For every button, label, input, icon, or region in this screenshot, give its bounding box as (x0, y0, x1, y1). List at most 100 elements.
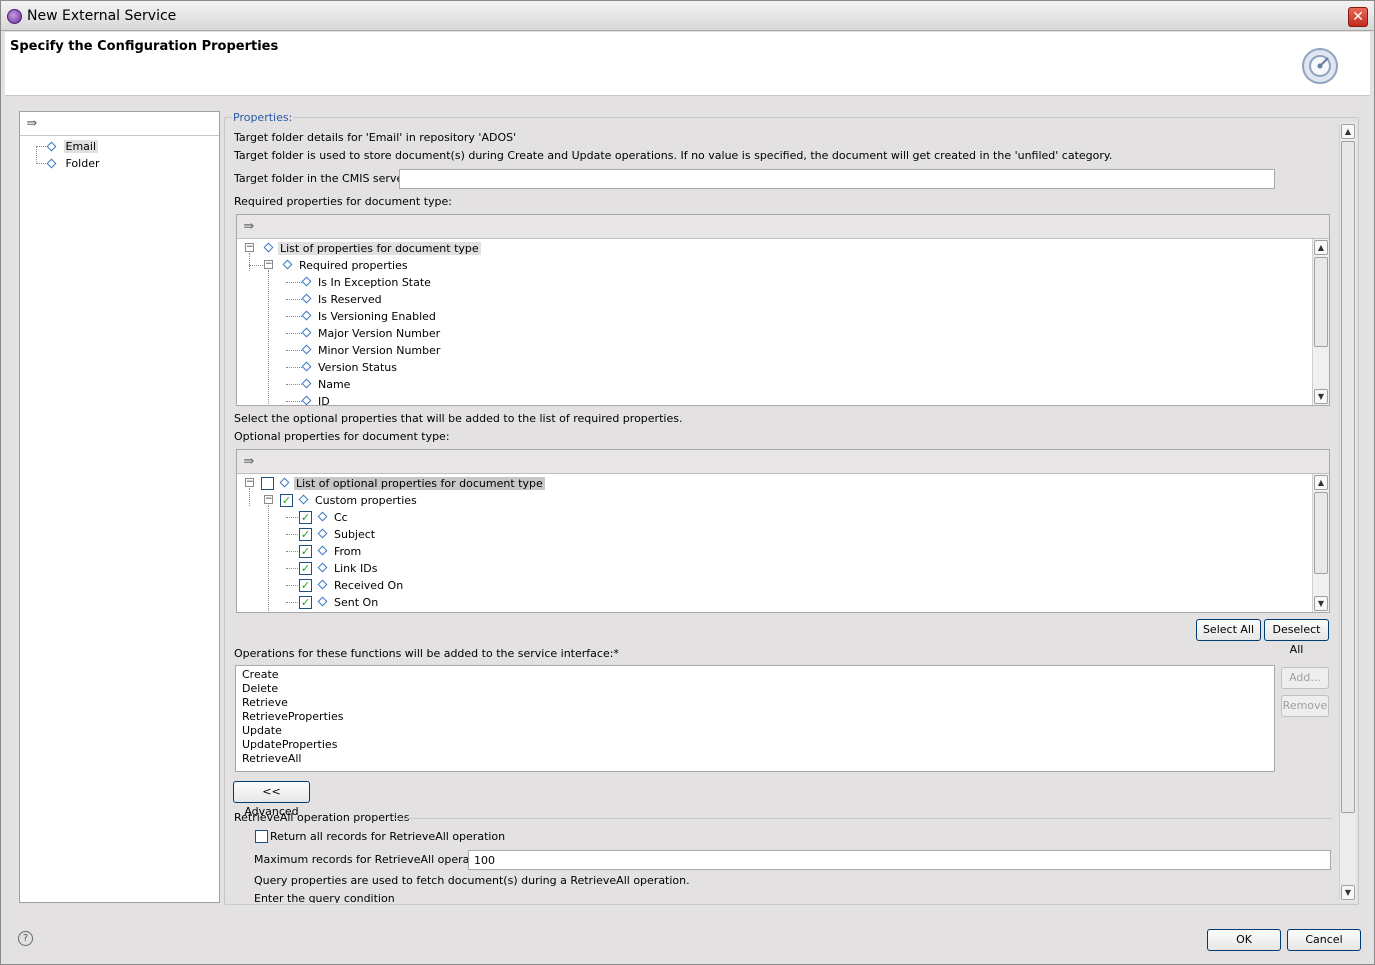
optional-tree-scrollbar[interactable]: ▲ ▼ (1312, 474, 1329, 612)
optional-property-item[interactable]: Link IDs (334, 562, 377, 575)
optional-item-checkbox[interactable]: ✓ (299, 596, 312, 609)
required-property-item[interactable]: Major Version Number (318, 327, 440, 340)
select-all-button[interactable]: Select All (1196, 619, 1261, 641)
query-condition-label: Enter the query condition (254, 892, 395, 903)
optional-tree-root[interactable]: List of optional properties for document… (294, 477, 545, 490)
cancel-button[interactable]: Cancel (1287, 929, 1361, 951)
optional-root-checkbox[interactable] (261, 477, 274, 490)
optional-item-checkbox[interactable]: ✓ (299, 562, 312, 575)
collapse-toggle-icon[interactable]: − (264, 260, 273, 269)
optional-property-item[interactable]: Sent On (334, 596, 378, 609)
required-tree-scrollbar[interactable]: ▲ ▼ (1312, 239, 1329, 405)
tree-guide (249, 253, 250, 271)
collapse-toggle-icon[interactable]: − (245, 243, 254, 252)
optional-item-checkbox[interactable]: ✓ (299, 545, 312, 558)
tree-guide (286, 282, 302, 283)
required-tree-group[interactable]: Required properties (299, 259, 408, 272)
tree-guide (286, 401, 302, 402)
tree-item-label: Folder (65, 157, 100, 170)
deselect-all-button[interactable]: Deselect All (1264, 619, 1329, 656)
operation-item[interactable]: Retrieve (242, 696, 288, 709)
max-records-input[interactable] (468, 850, 1331, 870)
advanced-button[interactable]: << Advanced (233, 781, 310, 818)
required-property-item[interactable]: ID (318, 395, 330, 405)
diamond-icon (46, 158, 57, 169)
help-icon[interactable]: ? (18, 931, 33, 946)
optional-property-item[interactable]: Subject (334, 528, 375, 541)
diamond-icon (301, 395, 312, 405)
required-property-item[interactable]: Is Versioning Enabled (318, 310, 436, 323)
operation-item[interactable]: RetrieveProperties (242, 710, 343, 723)
remove-operation-button[interactable]: Remove (1281, 695, 1329, 717)
operation-item[interactable]: Update (242, 724, 282, 737)
diamond-icon (317, 596, 328, 607)
optional-property-item[interactable]: Received On (334, 579, 403, 592)
operation-item[interactable]: RetrieveAll (242, 752, 302, 765)
collapse-all-icon[interactable]: ⇛ (241, 219, 257, 235)
scroll-thumb[interactable] (1314, 492, 1328, 574)
tree-guide (36, 146, 46, 147)
ok-button[interactable]: OK (1207, 929, 1281, 951)
optional-tree-group[interactable]: Custom properties (315, 494, 417, 507)
optional-tree-toolbar: ⇛ (237, 450, 1329, 474)
operation-item[interactable]: Delete (242, 682, 278, 695)
tree-item-email[interactable]: Email (46, 140, 99, 153)
tree-item-folder[interactable]: Folder (46, 157, 100, 170)
diamond-icon (301, 378, 312, 389)
properties-group: Properties: Target folder details for 'E… (224, 109, 1359, 905)
collapse-all-icon[interactable]: ⇛ (241, 454, 257, 470)
operations-label: Operations for these functions will be a… (234, 647, 619, 660)
optional-item-checkbox[interactable]: ✓ (299, 579, 312, 592)
required-property-item[interactable]: Minor Version Number (318, 344, 440, 357)
close-icon[interactable]: ✕ (1348, 7, 1368, 27)
target-note-text: Target folder is used to store document(… (234, 149, 1113, 162)
operation-item[interactable]: Create (242, 668, 279, 681)
properties-scrollbar[interactable]: ▲ ▼ (1339, 123, 1356, 901)
scroll-down-icon[interactable]: ▼ (1341, 885, 1355, 900)
operation-item[interactable]: UpdateProperties (242, 738, 337, 751)
scroll-up-icon[interactable]: ▲ (1341, 124, 1355, 139)
tree-guide (286, 551, 298, 552)
scroll-up-icon[interactable]: ▲ (1314, 240, 1328, 255)
tree-guide (286, 299, 302, 300)
window-title: New External Service (27, 8, 177, 24)
tree-guide (286, 517, 298, 518)
collapse-toggle-icon[interactable]: − (264, 495, 273, 504)
collapse-all-icon[interactable]: ⇛ (24, 116, 40, 132)
tree-guide (36, 163, 46, 164)
return-all-checkbox[interactable] (255, 830, 268, 843)
diamond-icon (298, 494, 309, 505)
required-property-item[interactable]: Is In Exception State (318, 276, 431, 289)
scroll-down-icon[interactable]: ▼ (1314, 389, 1328, 404)
add-operation-button[interactable]: Add... (1281, 667, 1329, 689)
scroll-down-icon[interactable]: ▼ (1314, 596, 1328, 611)
required-property-item[interactable]: Is Reserved (318, 293, 382, 306)
required-tree-root[interactable]: List of properties for document type (278, 242, 481, 255)
required-properties-label: Required properties for document type: (234, 195, 452, 208)
operations-list[interactable]: Create Delete Retrieve RetrievePropertie… (235, 665, 1275, 772)
query-note-text: Query properties are used to fetch docum… (254, 874, 690, 887)
optional-property-item[interactable]: Cc (334, 511, 348, 524)
optional-item-checkbox[interactable]: ✓ (299, 528, 312, 541)
properties-legend: Properties: (232, 111, 294, 124)
collapse-toggle-icon[interactable]: − (245, 478, 254, 487)
diamond-icon (301, 310, 312, 321)
required-property-item[interactable]: Name (318, 378, 350, 391)
optional-item-checkbox[interactable]: ✓ (299, 511, 312, 524)
required-tree-content: − List of properties for document type −… (237, 239, 1312, 405)
tree-guide (286, 585, 298, 586)
optional-property-item[interactable]: From (334, 545, 361, 558)
diamond-icon (317, 545, 328, 556)
scroll-thumb[interactable] (1314, 257, 1328, 347)
required-property-item[interactable]: Version Status (318, 361, 397, 374)
diamond-icon (301, 344, 312, 355)
tree-guide (249, 488, 250, 506)
configuration-tree-panel: ⇛ Email Folder (19, 111, 220, 903)
scroll-up-icon[interactable]: ▲ (1314, 475, 1328, 490)
tree-guide (286, 350, 302, 351)
optional-hint-text: Select the optional properties that will… (234, 412, 683, 425)
custom-properties-checkbox[interactable]: ✓ (280, 494, 293, 507)
scroll-thumb[interactable] (1341, 141, 1355, 813)
target-folder-input[interactable] (399, 169, 1275, 189)
tree-guide (286, 384, 302, 385)
